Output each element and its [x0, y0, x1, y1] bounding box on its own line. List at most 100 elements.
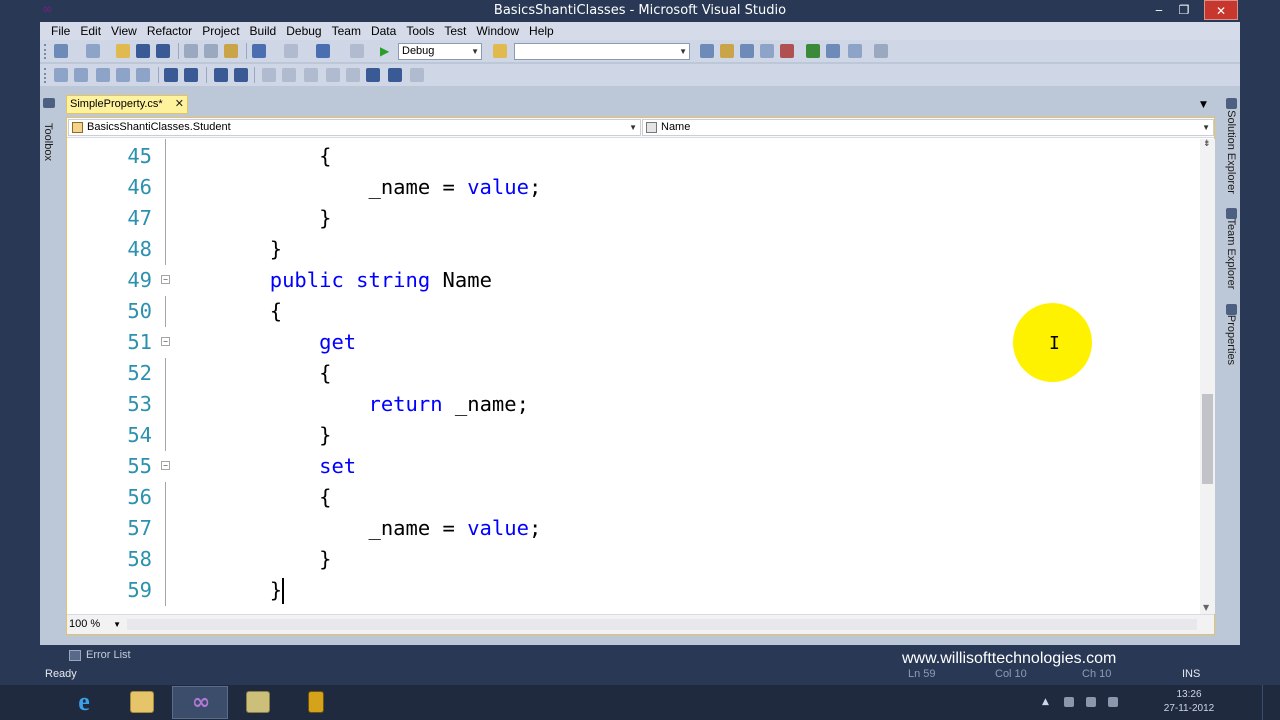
copy-icon[interactable]	[204, 44, 218, 58]
toolbar-options-icon[interactable]	[874, 44, 888, 58]
menu-file[interactable]: File	[46, 22, 75, 40]
find-combo[interactable]: ▼	[514, 43, 690, 60]
zoom-level-select[interactable]: 100 % ▼	[67, 617, 123, 632]
object-browser-icon[interactable]	[740, 44, 754, 58]
code-line[interactable]: 45 {	[67, 141, 1200, 172]
minimize-button[interactable]: ‒	[1146, 0, 1172, 20]
save-icon[interactable]	[136, 44, 150, 58]
previous-bookmark-in-folder-icon[interactable]	[326, 68, 340, 82]
uncomment-lines-icon[interactable]	[234, 68, 248, 82]
toolbar-grip[interactable]	[44, 44, 48, 59]
toolbar-grip[interactable]	[44, 68, 48, 83]
active-files-dropdown-icon[interactable]: ▼	[1200, 100, 1207, 110]
solution-explorer-icon[interactable]	[1226, 98, 1237, 109]
code-line[interactable]: 57 _name = value;	[67, 513, 1200, 544]
code-line[interactable]: 46 _name = value;	[67, 172, 1200, 203]
team-explorer-tab[interactable]: Team Explorer	[1225, 211, 1237, 297]
start-debugging-icon[interactable]: ▶	[380, 43, 392, 59]
vertical-scrollbar[interactable]: ⇟ ▼	[1200, 139, 1215, 614]
taskbar-file-explorer[interactable]	[114, 686, 170, 719]
tab-simpleproperty-cs[interactable]: SimpleProperty.cs* ✕	[66, 95, 188, 114]
code-line[interactable]: 47 }	[67, 203, 1200, 234]
increase-indent-icon[interactable]	[184, 68, 198, 82]
splitter-icon[interactable]: ⇟	[1203, 140, 1212, 149]
solution-explorer-tab[interactable]: Solution Explorer	[1225, 109, 1237, 195]
paste-icon[interactable]	[224, 44, 238, 58]
close-tab-icon[interactable]: ✕	[175, 96, 184, 113]
next-bookmark-in-folder-icon[interactable]	[346, 68, 360, 82]
collapse-outline-icon[interactable]: −	[161, 275, 170, 284]
scroll-down-icon[interactable]: ▼	[1203, 603, 1209, 612]
type-selector[interactable]: BasicsShantiClasses.Student ▼	[68, 119, 641, 136]
tab-error-list[interactable]: Error List	[69, 648, 131, 663]
comment-lines-icon[interactable]	[214, 68, 228, 82]
taskbar-visual-studio[interactable]: ∞	[172, 686, 228, 719]
taskbar-app-recorder[interactable]	[288, 686, 344, 719]
menu-data[interactable]: Data	[366, 22, 401, 40]
collapse-outline-icon[interactable]: −	[161, 461, 170, 470]
taskbar-clock[interactable]: 13:26 27-11-2012	[1160, 688, 1218, 716]
member-selector[interactable]: Name ▼	[642, 119, 1214, 136]
display-object-members-icon[interactable]	[54, 68, 68, 82]
code-line[interactable]: 58 }	[67, 544, 1200, 575]
network-icon[interactable]	[1064, 697, 1074, 707]
find-in-files-icon[interactable]	[493, 44, 507, 58]
clear-bookmarks-icon[interactable]	[410, 68, 424, 82]
decrease-indent-icon[interactable]	[164, 68, 178, 82]
word-completion-icon[interactable]	[116, 68, 130, 82]
save-all-icon[interactable]	[156, 44, 170, 58]
toolbox-icon[interactable]	[760, 44, 774, 58]
code-text-area[interactable]: 44 set45 {46 _name = value;47 }48 }49− p…	[67, 139, 1200, 614]
menu-refactor[interactable]: Refactor	[142, 22, 197, 40]
menu-tools[interactable]: Tools	[401, 22, 439, 40]
tools-icon[interactable]	[780, 44, 794, 58]
parameter-info-icon[interactable]	[74, 68, 88, 82]
extension-manager-icon[interactable]	[826, 44, 840, 58]
next-bookmark-icon[interactable]	[304, 68, 318, 82]
flag-icon[interactable]	[1086, 697, 1096, 707]
code-line[interactable]: 59 }	[67, 575, 1200, 606]
menu-help[interactable]: Help	[524, 22, 559, 40]
menu-test[interactable]: Test	[439, 22, 471, 40]
add-item-icon[interactable]	[86, 44, 100, 58]
code-line[interactable]: 54 }	[67, 420, 1200, 451]
code-line[interactable]: 55− set	[67, 451, 1200, 482]
toggle-bookmark-icon[interactable]	[262, 68, 276, 82]
properties-window-icon[interactable]	[720, 44, 734, 58]
new-project-icon[interactable]	[54, 44, 68, 58]
close-button[interactable]: ✕	[1204, 0, 1238, 20]
code-line[interactable]: 56 {	[67, 482, 1200, 513]
menu-window[interactable]: Window	[471, 22, 524, 40]
volume-icon[interactable]	[1108, 697, 1118, 707]
show-hidden-icons-icon[interactable]: ▲	[1042, 697, 1052, 707]
command-window-icon[interactable]	[848, 44, 862, 58]
collapse-outline-icon[interactable]: −	[161, 337, 170, 346]
start-page-icon[interactable]	[806, 44, 820, 58]
open-file-icon[interactable]	[116, 44, 130, 58]
taskbar-internet-explorer[interactable]: e	[56, 686, 112, 719]
menu-project[interactable]: Project	[197, 22, 244, 40]
previous-bookmark-in-document-icon[interactable]	[366, 68, 380, 82]
navigate-backward-icon[interactable]	[316, 44, 330, 58]
redo-icon[interactable]	[284, 44, 298, 58]
menu-debug[interactable]: Debug	[281, 22, 326, 40]
code-line[interactable]: 49− public string Name	[67, 265, 1200, 296]
restore-button[interactable]: ❐	[1172, 0, 1196, 20]
cut-icon[interactable]	[184, 44, 198, 58]
taskbar-app-notes[interactable]	[230, 686, 286, 719]
previous-bookmark-icon[interactable]	[282, 68, 296, 82]
solution-explorer-icon[interactable]	[700, 44, 714, 58]
scroll-thumb[interactable]	[1202, 394, 1213, 484]
next-bookmark-in-document-icon[interactable]	[388, 68, 402, 82]
properties-tab[interactable]: Properties	[1225, 297, 1237, 383]
menu-view[interactable]: View	[106, 22, 142, 40]
code-line[interactable]: 48 }	[67, 234, 1200, 265]
menu-build[interactable]: Build	[245, 22, 282, 40]
menu-edit[interactable]: Edit	[75, 22, 106, 40]
solution-configuration-select[interactable]: Debug ▼	[398, 43, 482, 60]
show-desktop-button[interactable]	[1262, 685, 1280, 720]
navigate-forward-icon[interactable]	[350, 44, 364, 58]
undo-icon[interactable]	[252, 44, 266, 58]
complete-word-icon[interactable]	[136, 68, 150, 82]
code-line[interactable]: 53 return _name;	[67, 389, 1200, 420]
